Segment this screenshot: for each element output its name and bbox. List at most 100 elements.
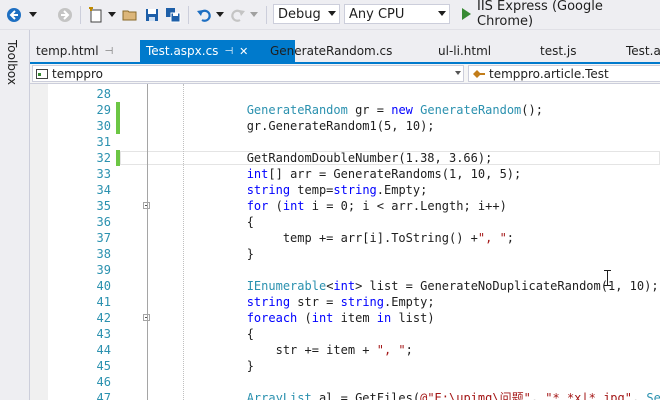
code-line[interactable]: 33 int[] arr = GenerateRandoms(1, 10, 5)… (30, 166, 660, 182)
project-dropdown[interactable]: temppro (32, 65, 464, 82)
line-number: 43 (96, 327, 111, 341)
line-number: 29 (96, 103, 111, 117)
code-text: string str = string.Empty; (246, 295, 435, 309)
main-toolbar: Debug Any CPU IIS Express (Google Chrome… (0, 0, 660, 30)
code-line[interactable]: 39 (30, 262, 660, 278)
code-line[interactable]: 35 for (int i = 0; i < arr.Length; i++) (30, 198, 660, 214)
code-line[interactable]: 29 GenerateRandom gr = new GenerateRando… (30, 102, 660, 118)
code-text: GenerateRandom gr = new GenerateRandom()… (246, 103, 543, 117)
saved-change-marker (116, 102, 120, 118)
outlining-guide (147, 84, 148, 400)
tab-label: ul-li.html (438, 44, 492, 58)
solution-platform-value: Any CPU (349, 6, 405, 22)
code-text: foreach (int item in list) (246, 311, 435, 325)
tab-label: Test.a (626, 44, 660, 58)
code-text: for (int i = 0; i < arr.Length; i++) (246, 199, 507, 213)
code-line[interactable]: 42 foreach (int item in list) (30, 310, 660, 326)
code-line[interactable]: 41 string str = string.Empty; (30, 294, 660, 310)
code-text: IEnumerable<int> list = GenerateNoDuplic… (246, 279, 659, 293)
toolbox-panel-strip[interactable]: Toolbox (0, 30, 30, 400)
tab-test-a[interactable]: Test.a (626, 40, 660, 62)
code-line[interactable]: 30 gr.GenerateRandom1(5, 10); (30, 118, 660, 134)
start-debugging-button[interactable]: IIS Express (Google Chrome) (462, 0, 660, 29)
line-number: 44 (96, 343, 111, 357)
line-number: 39 (96, 263, 111, 277)
code-line[interactable]: 34 string temp=string.Empty; (30, 182, 660, 198)
code-text: { (160, 327, 254, 341)
code-text: gr.GenerateRandom1(5, 10); (160, 119, 435, 133)
code-line[interactable]: 31 (30, 134, 660, 150)
code-line[interactable]: 46 (30, 374, 660, 390)
save-all-icon[interactable] (163, 5, 183, 25)
code-text: { (160, 215, 254, 229)
solution-config-select[interactable]: Debug (273, 4, 340, 24)
code-line[interactable]: 37 temp += arr[i].ToString() +", "; (30, 230, 660, 246)
forward-icon[interactable] (55, 5, 75, 25)
line-number: 34 (96, 183, 111, 197)
code-text: } (160, 359, 254, 373)
saved-change-marker (116, 118, 120, 134)
solution-platform-select[interactable]: Any CPU (344, 4, 450, 24)
start-debugging-label: IIS Express (Google Chrome) (477, 0, 603, 29)
code-line[interactable]: 38 } (30, 246, 660, 262)
saved-change-marker (116, 150, 120, 166)
line-number: 42 (96, 311, 111, 325)
back-icon[interactable] (4, 5, 24, 25)
tab-ul-li-html[interactable]: ul-li.html (438, 40, 491, 62)
tab-generaterandom-cs[interactable]: GenerateRandom.cs (270, 40, 392, 62)
undo-dropdown-icon[interactable] (214, 5, 226, 25)
code-text: temp += arr[i].ToString() +", "; (160, 231, 515, 245)
redo-icon[interactable] (228, 5, 248, 25)
pin-icon[interactable]: ⊣ (105, 46, 114, 57)
code-line[interactable]: 28 (30, 86, 660, 102)
line-number: 36 (96, 215, 111, 229)
line-number: 33 (96, 167, 111, 181)
text-cursor-icon (604, 270, 611, 286)
code-text: GetRandomDoubleNumber(1.38, 3.66); (160, 151, 493, 165)
undo-icon[interactable] (194, 5, 214, 25)
back-dropdown-icon[interactable] (26, 5, 40, 25)
code-text: ArrayList al = GetFiles(@"E:\upimg\问题", … (246, 391, 660, 400)
project-icon (36, 68, 48, 79)
line-number: 28 (96, 87, 111, 101)
pin-icon[interactable]: ⊣ (224, 46, 233, 57)
code-text: int[] arr = GenerateRandoms(1, 10, 5); (246, 167, 522, 181)
new-project-dropdown-icon[interactable] (106, 5, 118, 25)
code-line[interactable]: 32 GetRandomDoubleNumber(1.38, 3.66); (30, 150, 660, 166)
line-number: 32 (96, 151, 111, 165)
line-number: 37 (96, 231, 111, 245)
code-text: string temp=string.Empty; (246, 183, 428, 197)
toolbox-label: Toolbox (5, 40, 19, 85)
open-folder-icon[interactable] (120, 5, 140, 25)
new-project-icon[interactable] (86, 5, 106, 25)
code-line[interactable]: 43 { (30, 326, 660, 342)
play-icon (462, 8, 471, 20)
line-number: 35 (96, 199, 111, 213)
line-number: 46 (96, 375, 111, 389)
tab-label: test.js (540, 44, 577, 58)
class-icon (473, 69, 485, 78)
project-name: temppro (52, 66, 104, 81)
tab-label: Test.aspx.cs (146, 44, 219, 58)
save-icon[interactable] (142, 5, 162, 25)
code-line[interactable]: 36 { (30, 214, 660, 230)
code-text: str += item + ", "; (160, 343, 413, 357)
chevron-down-icon (438, 11, 446, 16)
tab-temp-html[interactable]: temp.html ⊣ (36, 40, 113, 62)
line-number: 38 (96, 247, 111, 261)
code-text: } (160, 247, 254, 261)
code-editor[interactable]: 28 29 GenerateRandom gr = new GenerateRan… (30, 84, 660, 400)
chevron-down-icon (328, 11, 336, 16)
code-line[interactable]: 47 ArrayList al = GetFiles(@"E:\upimg\问题… (30, 390, 660, 400)
line-number: 47 (96, 391, 111, 400)
tab-test-js[interactable]: test.js (540, 40, 576, 62)
code-line[interactable]: 45 } (30, 358, 660, 374)
chevron-down-icon (455, 71, 461, 75)
line-number: 41 (96, 295, 111, 309)
code-line[interactable]: 44 str += item + ", "; (30, 342, 660, 358)
close-icon[interactable]: ✕ (239, 45, 248, 58)
redo-dropdown-icon[interactable] (248, 5, 260, 25)
document-tabs: temp.html ⊣ Test.aspx.cs ⊣ ✕ GenerateRan… (30, 40, 660, 62)
code-line[interactable]: 40 IEnumerable<int> list = GenerateNoDup… (30, 278, 660, 294)
member-dropdown[interactable]: temppro.article.Test (468, 65, 660, 82)
